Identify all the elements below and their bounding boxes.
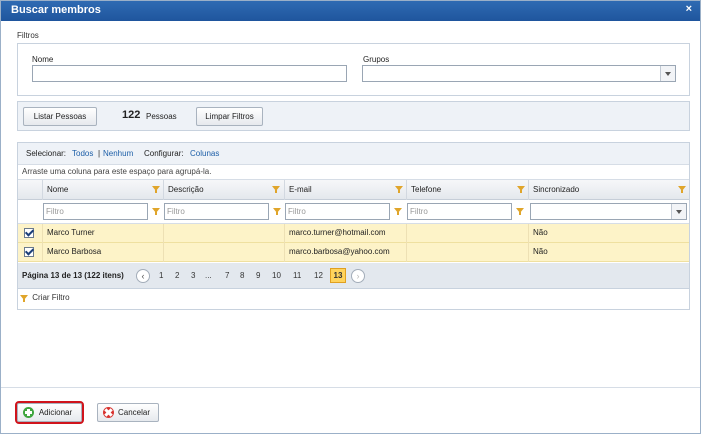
filters-section-label: Filtros <box>17 31 39 40</box>
name-filter-input[interactable]: Filtro <box>43 203 148 220</box>
chevron-down-icon[interactable] <box>671 204 686 219</box>
chevron-right-icon[interactable]: › <box>351 269 365 283</box>
cell-name: Marco Turner <box>42 224 163 243</box>
header-synced-label: Sincronizado <box>533 185 580 194</box>
filter-icon[interactable] <box>394 208 402 215</box>
groups-label: Grupos <box>363 55 390 64</box>
page-link-11[interactable]: 11 <box>293 271 301 280</box>
clear-filters-button[interactable]: Limpar Filtros <box>196 107 263 126</box>
name-label: Nome <box>32 55 54 64</box>
table-row[interactable]: Marco Barbosa marco.barbosa@yahoo.com Nã… <box>18 243 689 262</box>
select-none-link[interactable]: Nenhum <box>103 149 133 158</box>
cell-phone <box>406 243 528 262</box>
select-separator: | <box>98 149 101 158</box>
header-description-label: Descrição <box>168 185 204 194</box>
add-button[interactable]: Adicionar <box>15 401 84 424</box>
header-name-label: Nome <box>47 185 69 194</box>
filter-icon[interactable] <box>272 186 280 193</box>
phone-filter-input[interactable]: Filtro <box>407 203 512 220</box>
filter-icon[interactable] <box>517 186 525 193</box>
list-people-button[interactable]: Listar Pessoas <box>23 107 97 126</box>
add-button-label: Adicionar <box>38 408 73 417</box>
page-link-1[interactable]: 1 <box>159 271 163 280</box>
chevron-left-icon[interactable]: ‹ <box>136 269 150 283</box>
page-link-10[interactable]: 10 <box>272 271 281 280</box>
chevron-down-icon[interactable] <box>660 66 675 81</box>
cell-name: Marco Barbosa <box>42 243 163 262</box>
description-filter-input[interactable]: Filtro <box>164 203 269 220</box>
people-count: 122 <box>122 109 141 121</box>
group-drop-zone[interactable]: Arraste uma coluna para este espaço para… <box>18 165 689 180</box>
filter-icon[interactable] <box>516 208 524 215</box>
checkbox-checked-icon[interactable] <box>24 228 34 238</box>
groups-select[interactable] <box>362 65 676 82</box>
page-link-12[interactable]: 12 <box>314 271 323 280</box>
row-select-cell[interactable] <box>18 224 42 243</box>
email-filter-input[interactable]: Filtro <box>285 203 390 220</box>
cell-synced: Não <box>528 224 689 243</box>
cell-synced: Não <box>528 243 689 262</box>
page-ellipsis[interactable]: ... <box>205 271 212 280</box>
cell-email: marco.turner@hotmail.com <box>284 224 406 243</box>
cell-description <box>163 243 284 262</box>
create-filter-link[interactable]: Criar Filtro <box>20 293 70 303</box>
dialog-footer: Adicionar Cancelar <box>1 387 700 433</box>
filter-icon[interactable] <box>395 186 403 193</box>
row-select-cell[interactable] <box>18 243 42 262</box>
members-grid: Selecionar: Todos | Nenhum Configurar: C… <box>17 142 690 310</box>
dialog-title: Buscar membros <box>11 4 101 16</box>
header-synced[interactable]: Sincronizado <box>528 180 689 200</box>
search-members-dialog: Buscar membros × Filtros Nome Grupos Lis… <box>0 0 701 434</box>
cell-description <box>163 224 284 243</box>
cell-email: marco.barbosa@yahoo.com <box>284 243 406 262</box>
create-filter-label: Criar Filtro <box>32 293 70 302</box>
add-icon <box>23 407 34 418</box>
table-row[interactable]: Marco Turner marco.turner@hotmail.com Nã… <box>18 224 689 243</box>
page-link-7[interactable]: 7 <box>225 271 229 280</box>
columns-link[interactable]: Colunas <box>190 149 219 158</box>
page-link-9[interactable]: 9 <box>256 271 260 280</box>
page-link-8[interactable]: 8 <box>240 271 244 280</box>
close-icon[interactable]: × <box>686 3 692 15</box>
cancel-icon <box>103 407 114 418</box>
grid-header-row: Nome Descrição E-mail Telefone Sincroniz… <box>18 180 689 200</box>
grid-toolbar: Selecionar: Todos | Nenhum Configurar: C… <box>18 143 689 165</box>
header-name[interactable]: Nome <box>42 180 163 200</box>
name-input[interactable] <box>32 65 347 82</box>
pager: Página 13 de 13 (122 itens) ‹ 1 2 3 ... … <box>18 263 689 289</box>
actions-bar: Listar Pessoas 122 Pessoas Limpar Filtro… <box>17 101 690 131</box>
header-email[interactable]: E-mail <box>284 180 406 200</box>
select-label: Selecionar: <box>26 149 67 158</box>
configure-label: Configurar: <box>144 149 184 158</box>
page-link-current[interactable]: 13 <box>330 268 346 283</box>
header-checkbox-column <box>18 180 42 200</box>
filters-panel: Nome Grupos <box>17 43 690 96</box>
page-link-2[interactable]: 2 <box>175 271 179 280</box>
cancel-button-label: Cancelar <box>117 408 150 417</box>
dialog-title-bar[interactable]: Buscar membros × <box>1 1 700 21</box>
filter-icon[interactable] <box>152 208 160 215</box>
filter-icon[interactable] <box>273 208 281 215</box>
filter-icon[interactable] <box>152 186 160 193</box>
select-all-link[interactable]: Todos <box>72 149 93 158</box>
filter-icon <box>20 295 28 303</box>
checkbox-checked-icon[interactable] <box>24 247 34 257</box>
page-link-3[interactable]: 3 <box>191 271 195 280</box>
header-phone-label: Telefone <box>411 185 442 194</box>
grid-filter-row: Filtro Filtro Filtro Filtro <box>18 200 689 224</box>
cancel-button[interactable]: Cancelar <box>97 403 159 422</box>
pager-info: Página 13 de 13 (122 itens) <box>22 271 124 280</box>
filter-icon[interactable] <box>678 186 686 193</box>
header-email-label: E-mail <box>289 185 312 194</box>
people-count-label: Pessoas <box>146 112 177 121</box>
header-phone[interactable]: Telefone <box>406 180 528 200</box>
header-description[interactable]: Descrição <box>163 180 284 200</box>
cell-phone <box>406 224 528 243</box>
synced-filter-select[interactable] <box>530 203 687 220</box>
